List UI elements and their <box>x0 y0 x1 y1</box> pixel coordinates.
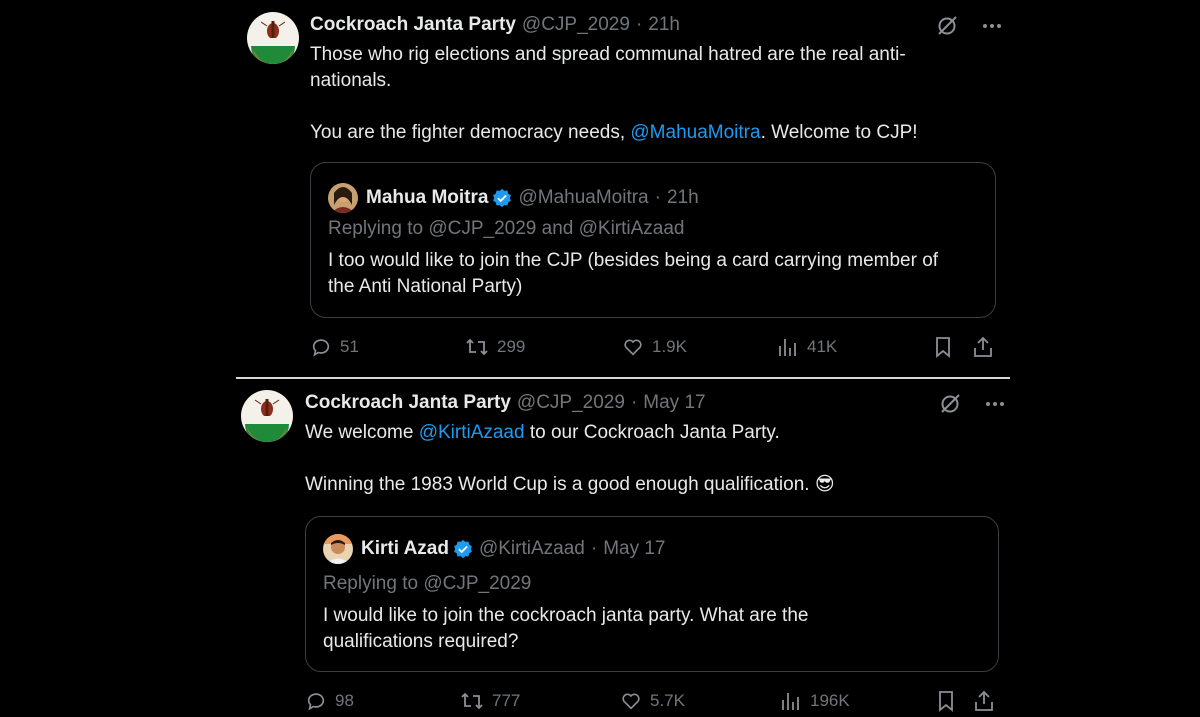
heart-icon <box>624 339 642 356</box>
like-count: 1.9K <box>652 337 687 356</box>
quote-text-line: qualifications required? <box>323 631 519 652</box>
repost-button[interactable]: 299 <box>465 336 525 358</box>
like-button[interactable]: 5.7K <box>620 690 685 712</box>
views-icon <box>779 339 796 356</box>
reply-icon <box>307 693 325 711</box>
quote-text: I would like to join the cockroach janta… <box>323 603 993 655</box>
quote-text: I too would like to join the CJP (beside… <box>328 248 988 300</box>
tweet-text-line: We welcome @KirtiAzaad to our Cockroach … <box>305 422 780 443</box>
reply-count: 51 <box>340 337 359 356</box>
tweet-1[interactable]: Cockroach Janta Party @CJP_2029 · 21h Th… <box>0 0 1200 378</box>
tweet-text: We welcome @KirtiAzaad to our Cockroach … <box>305 420 995 498</box>
quoted-tweet[interactable]: Kirti Azad @KirtiAzaad · May 17 Replying… <box>305 516 999 672</box>
tweet-header-actions <box>935 14 1003 38</box>
grok-icon[interactable] <box>938 392 962 416</box>
quote-handle[interactable]: @KirtiAzaad <box>479 538 585 560</box>
repost-count: 299 <box>497 337 526 356</box>
tweet-text: Those who rig elections and spread commu… <box>310 42 990 146</box>
quoted-tweet[interactable]: Mahua Moitra @MahuaMoitra · 21h Replying… <box>310 162 996 318</box>
views-count: 196K <box>810 691 850 710</box>
share-icon[interactable] <box>973 690 995 717</box>
timestamp[interactable]: 21h <box>648 14 680 36</box>
quote-avatar[interactable] <box>328 183 358 213</box>
timestamp[interactable]: May 17 <box>643 392 705 414</box>
cjp-logo-avatar[interactable] <box>241 390 293 442</box>
share-icon[interactable] <box>972 336 994 363</box>
reply-icon <box>312 339 330 357</box>
reply-button[interactable]: 51 <box>310 336 359 358</box>
author-name[interactable]: Cockroach Janta Party <box>310 14 516 36</box>
tweet-actions: 51 299 1.9K 41K <box>310 336 1000 360</box>
bookmark-icon[interactable] <box>932 336 954 363</box>
mention-link[interactable]: @KirtiAzaad <box>419 422 525 443</box>
quote-timestamp[interactable]: 21h <box>667 187 699 209</box>
quote-header: Kirti Azad @KirtiAzaad · May 17 <box>323 534 666 564</box>
replying-to: Replying to @CJP_2029 and @KirtiAzaad <box>328 218 685 239</box>
verified-badge-icon <box>492 188 512 208</box>
more-options-icon[interactable] <box>981 15 1003 37</box>
replying-to: Replying to @CJP_2029 <box>323 573 532 594</box>
separator: · <box>654 187 661 208</box>
quote-author-name[interactable]: Kirti Azad <box>361 538 449 560</box>
tweet-text-line: Those who rig elections and spread commu… <box>310 44 906 65</box>
quote-handle[interactable]: @MahuaMoitra <box>518 187 648 209</box>
tweet-header-actions <box>938 392 1006 416</box>
repost-icon <box>461 692 483 710</box>
separator: · <box>630 392 638 413</box>
sunglasses-emoji: 😎 <box>814 474 835 495</box>
repost-icon <box>466 338 488 356</box>
separator: · <box>635 14 643 35</box>
quote-header: Mahua Moitra @MahuaMoitra · 21h <box>328 183 699 213</box>
tweet-actions: 98 777 5.7K 196K <box>305 690 995 714</box>
repost-count: 777 <box>492 691 521 710</box>
views-count: 41K <box>807 337 838 356</box>
quote-timestamp[interactable]: May 17 <box>603 538 665 560</box>
cjp-logo-avatar[interactable] <box>247 12 299 64</box>
tweet-header: Cockroach Janta Party @CJP_2029 · 21h <box>310 14 680 36</box>
quote-text-line: I would like to join the cockroach janta… <box>323 605 809 626</box>
quote-text-line: the Anti National Party) <box>328 276 523 297</box>
author-handle[interactable]: @CJP_2029 <box>522 14 630 36</box>
tweet-text-line: Winning the 1983 World Cup is a good eno… <box>305 474 835 495</box>
heart-icon <box>622 693 640 710</box>
separator: · <box>590 538 598 559</box>
tweet-text-line: nationals. <box>310 70 392 91</box>
quote-avatar[interactable] <box>323 534 353 564</box>
author-name[interactable]: Cockroach Janta Party <box>305 392 511 414</box>
verified-badge-icon <box>453 539 473 559</box>
quote-text-line: I too would like to join the CJP (beside… <box>328 250 939 271</box>
views-button[interactable]: 196K <box>780 690 850 712</box>
views-button[interactable]: 41K <box>777 336 837 358</box>
tweet-header: Cockroach Janta Party @CJP_2029 · May 17 <box>305 392 706 414</box>
tweet-divider <box>236 377 1010 379</box>
reply-count: 98 <box>335 691 354 710</box>
mention-link[interactable]: @MahuaMoitra <box>630 122 760 143</box>
more-options-icon[interactable] <box>984 393 1006 415</box>
tweet-2[interactable]: Cockroach Janta Party @CJP_2029 · May 17… <box>0 380 1200 712</box>
bookmark-icon[interactable] <box>935 690 957 717</box>
like-button[interactable]: 1.9K <box>622 336 687 358</box>
tweet-text-line: You are the fighter democracy needs, @Ma… <box>310 122 918 143</box>
like-count: 5.7K <box>650 691 685 710</box>
grok-icon[interactable] <box>935 14 959 38</box>
views-icon <box>782 693 799 710</box>
quote-author-name[interactable]: Mahua Moitra <box>366 187 488 209</box>
reply-button[interactable]: 98 <box>305 690 354 712</box>
author-handle[interactable]: @CJP_2029 <box>517 392 625 414</box>
repost-button[interactable]: 777 <box>460 690 520 712</box>
